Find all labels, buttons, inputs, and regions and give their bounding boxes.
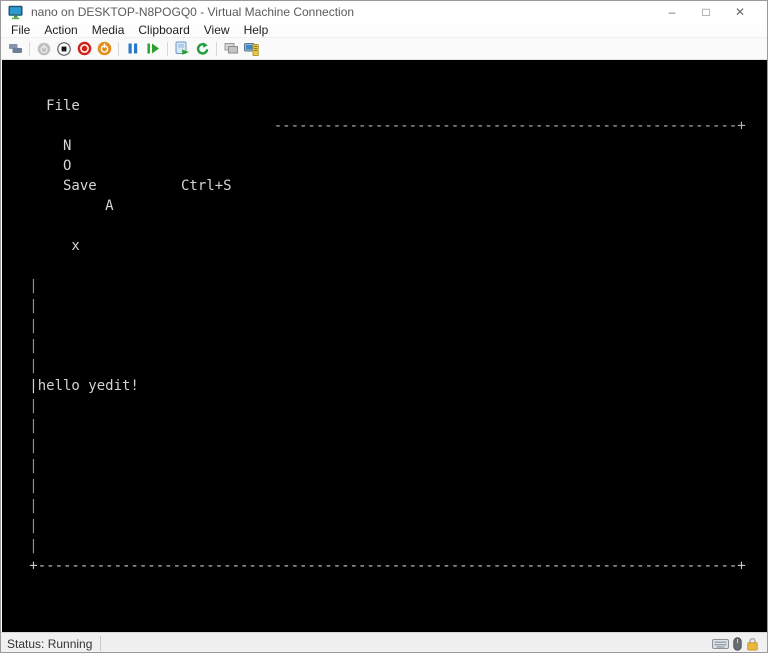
- console-line: File: [4, 98, 80, 114]
- console-line: |: [4, 358, 38, 374]
- console-line: |: [4, 398, 38, 414]
- menubar: File Action Media Clipboard View Help: [1, 23, 767, 38]
- vm-connection-window: nano on DESKTOP-N8POGQ0 - Virtual Machin…: [0, 0, 768, 653]
- menu-help[interactable]: Help: [237, 23, 276, 37]
- toolbar: [1, 38, 767, 60]
- console-line: Save Ctrl+S: [4, 178, 232, 194]
- lock-icon: [747, 637, 758, 650]
- console-line: |: [4, 538, 38, 554]
- console-line: |: [4, 478, 38, 494]
- close-button[interactable]: ✕: [723, 1, 757, 23]
- menu-action[interactable]: Action: [37, 23, 84, 37]
- enhanced-session-icon[interactable]: [242, 41, 260, 57]
- console-line: |: [4, 298, 38, 314]
- menu-media[interactable]: Media: [85, 23, 132, 37]
- share-icon[interactable]: [222, 41, 240, 57]
- window-controls: – □ ✕: [655, 1, 757, 23]
- toolbar-separator: [118, 41, 119, 56]
- ctrl-alt-del-icon[interactable]: [6, 41, 24, 57]
- turn-off-icon[interactable]: [55, 41, 73, 57]
- console-line: x: [4, 238, 80, 254]
- start-icon[interactable]: [35, 41, 53, 57]
- toolbar-separator: [216, 41, 217, 56]
- mouse-icon: [733, 636, 742, 651]
- vm-console-screen[interactable]: File -----------------------------------…: [2, 60, 767, 632]
- menu-clipboard[interactable]: Clipboard: [131, 23, 196, 37]
- console-line: |: [4, 338, 38, 354]
- statusbar-separator: [100, 636, 102, 651]
- console-line: |: [4, 438, 38, 454]
- titlebar: nano on DESKTOP-N8POGQ0 - Virtual Machin…: [1, 1, 767, 23]
- console-line: N: [4, 138, 72, 154]
- hyperv-logo-icon: [8, 5, 23, 19]
- console-line: |: [4, 458, 38, 474]
- statusbar: Status: Running: [1, 632, 767, 652]
- shut-down-icon[interactable]: [75, 41, 93, 57]
- console-line: |hello yedit!: [4, 378, 139, 394]
- toolbar-separator: [29, 41, 30, 56]
- window-title: nano on DESKTOP-N8POGQ0 - Virtual Machin…: [31, 5, 355, 19]
- minimize-button[interactable]: –: [655, 1, 689, 23]
- console-line: |: [4, 418, 38, 434]
- console-text: File -----------------------------------…: [4, 60, 746, 576]
- console-line: O: [4, 158, 72, 174]
- statusbar-icons: [712, 636, 759, 651]
- reset-icon[interactable]: [144, 41, 162, 57]
- keyboard-icon: [712, 638, 729, 649]
- console-line: ----------------------------------------…: [4, 118, 746, 134]
- console-line: +---------------------------------------…: [4, 558, 746, 574]
- console-line: A: [4, 198, 114, 214]
- status-text: Status: Running: [7, 636, 93, 651]
- console-line: |: [4, 518, 38, 534]
- maximize-button[interactable]: □: [689, 1, 723, 23]
- console-line: |: [4, 318, 38, 334]
- menu-view[interactable]: View: [197, 23, 237, 37]
- checkpoint-icon[interactable]: [173, 41, 191, 57]
- save-state-icon[interactable]: [95, 41, 113, 57]
- revert-icon[interactable]: [193, 41, 211, 57]
- console-line: |: [4, 278, 38, 294]
- toolbar-separator: [167, 41, 168, 56]
- menu-file[interactable]: File: [4, 23, 37, 37]
- pause-icon[interactable]: [124, 41, 142, 57]
- console-line: |: [4, 498, 38, 514]
